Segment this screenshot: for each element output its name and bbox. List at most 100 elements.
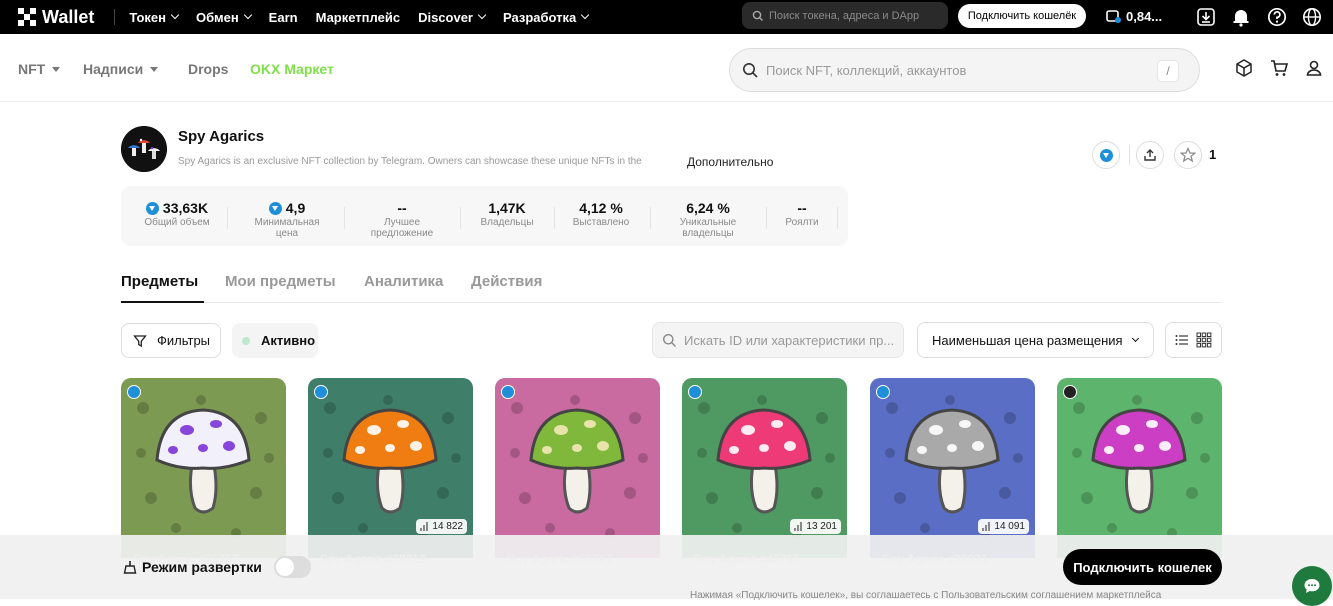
- dev-mode-label: Режим развертки: [123, 559, 262, 575]
- nav-discover-label: Discover: [418, 9, 473, 25]
- chat-support-button[interactable]: [1292, 566, 1332, 606]
- download-icon[interactable]: [1195, 6, 1217, 28]
- stat-floor-price: 4,9 Минимальная цена: [241, 200, 333, 239]
- connect-wallet-button[interactable]: Подключить кошелек: [1063, 549, 1222, 585]
- tab-analytics[interactable]: Аналитика: [364, 273, 443, 290]
- verified-badge-icon: [688, 385, 702, 399]
- list-view-icon[interactable]: [1175, 334, 1189, 346]
- bars-icon: [982, 522, 991, 531]
- chevron-down-icon: [477, 10, 487, 20]
- balance[interactable]: 0,84...: [1106, 8, 1162, 24]
- ton-icon: [145, 201, 159, 215]
- nav-discover[interactable]: Discover: [418, 9, 487, 25]
- nav-swap[interactable]: Обмен: [196, 9, 252, 25]
- views-value: 13 201: [806, 521, 837, 532]
- bars-icon: [420, 522, 429, 531]
- nav-earn[interactable]: Earn: [269, 10, 298, 25]
- chevron-down-icon: [243, 10, 252, 20]
- verified-badge-icon: [1063, 385, 1077, 399]
- subnav-okx-market[interactable]: OKX Маркет: [250, 61, 334, 77]
- cube-plus-icon[interactable]: [1233, 57, 1255, 79]
- globe-icon[interactable]: [1301, 6, 1323, 28]
- chevron-down-icon: [581, 10, 590, 20]
- nft-card[interactable]: [1057, 378, 1222, 558]
- nft-card[interactable]: 14 091: [870, 378, 1035, 558]
- grid-view-icon[interactable]: [1196, 332, 1212, 348]
- stat-value: 4,12 %: [579, 200, 623, 216]
- nft-card[interactable]: [495, 378, 660, 558]
- stat-total-volume: 33,63K Общий объем: [135, 200, 219, 228]
- active-label: Активно: [261, 333, 316, 348]
- search-icon: [743, 62, 758, 78]
- cart-icon[interactable]: [1268, 57, 1290, 79]
- divider: [650, 207, 651, 229]
- stat-label-line2: владельцы: [682, 228, 734, 239]
- stats-panel: 33,63K Общий объем 4,9 Минимальная цена …: [121, 186, 848, 246]
- nav-swap-label: Обмен: [196, 9, 239, 25]
- ton-icon: [268, 201, 282, 215]
- tab-activity[interactable]: Действия: [471, 273, 542, 290]
- stat-value: 4,9: [285, 200, 306, 216]
- top-nav: Токен Обмен Earn Маркетплейс Discover Ра…: [129, 10, 606, 25]
- help-icon[interactable]: [1266, 6, 1288, 28]
- subnav-inscriptions[interactable]: Надписи: [83, 61, 159, 77]
- dev-mode-toggle[interactable]: [274, 556, 311, 578]
- stat-label-line2: цена: [275, 228, 299, 239]
- nav-dev[interactable]: Разработка: [503, 10, 590, 25]
- mushroom-artwork: [136, 395, 274, 538]
- wallet-logo[interactable]: Wallet: [18, 7, 94, 28]
- stat-value: 1,47K: [488, 200, 526, 216]
- filters-button[interactable]: Фильтры: [121, 323, 221, 358]
- caret-down-icon: [52, 66, 61, 72]
- stat-label: Уникальные: [679, 217, 737, 228]
- tab-my-items[interactable]: Мои предметы: [225, 273, 336, 290]
- subnav-nft[interactable]: NFT: [18, 61, 61, 77]
- ton-icon: [1099, 148, 1113, 162]
- stat-value: 33,63K: [162, 200, 209, 216]
- balance-value: 0,84...: [1126, 8, 1163, 24]
- stat-label: Роялти: [785, 217, 819, 228]
- stat-value: 6,24 %: [686, 200, 730, 216]
- okx-logo-icon: [18, 8, 36, 26]
- subnav-drops[interactable]: Drops: [188, 61, 228, 77]
- stat-label: Общий объем: [144, 217, 210, 228]
- wallet-logo-label: Wallet: [42, 6, 95, 27]
- more-link[interactable]: Дополнительно: [687, 155, 773, 169]
- stat-royalty: -- Роялти: [777, 200, 827, 228]
- filter-icon: [133, 334, 147, 347]
- divider: [227, 207, 228, 229]
- stat-listed: 4,12 % Выставлено: [565, 200, 637, 228]
- share-button[interactable]: [1136, 141, 1164, 169]
- bell-icon[interactable]: [1230, 6, 1252, 28]
- nav-marketplace[interactable]: Маркетплейс: [316, 10, 400, 25]
- divider: [344, 207, 345, 229]
- top-search-input[interactable]: Поиск токена, адреса и DApp: [742, 2, 948, 29]
- chat-icon: [1304, 579, 1320, 593]
- active-filter-button[interactable]: Активно: [232, 323, 318, 358]
- collection-tabs: Предметы Мои предметы Аналитика Действия: [121, 270, 1222, 303]
- nav-token[interactable]: Токен: [129, 10, 180, 25]
- collection-description: Spy Agarics is an exclusive NFT collecti…: [178, 156, 642, 167]
- nft-card[interactable]: 13 201: [682, 378, 847, 558]
- broom-icon: [123, 561, 137, 574]
- subnav-nft-label: NFT: [18, 61, 46, 77]
- stat-best-offer: -- Лучшее предложение: [357, 200, 447, 239]
- collection-avatar: [121, 126, 167, 172]
- user-icon[interactable]: [1303, 57, 1325, 79]
- nft-search-placeholder: Поиск NFT, коллекций, аккаунтов: [766, 62, 967, 78]
- ton-chain-button[interactable]: [1092, 141, 1120, 169]
- top-bar: Wallet Токен Обмен Earn Маркетплейс Disc…: [0, 0, 1333, 34]
- item-search-input[interactable]: Искать ID или характеристики пр...: [652, 322, 904, 358]
- top-connect-wallet-button[interactable]: Подключить кошелёк: [958, 4, 1086, 28]
- sort-select[interactable]: Наименьшая цена размещения: [917, 322, 1154, 358]
- favorite-button[interactable]: [1174, 141, 1202, 169]
- collection-title: Spy Agarics: [178, 128, 265, 145]
- nft-search-input[interactable]: Поиск NFT, коллекций, аккаунтов /: [729, 48, 1200, 92]
- tab-items[interactable]: Предметы: [121, 273, 198, 290]
- divider: [766, 207, 767, 229]
- verified-badge-icon: [501, 385, 515, 399]
- nft-card[interactable]: 14 822: [308, 378, 473, 558]
- nft-card[interactable]: [121, 378, 286, 558]
- dev-mode-text: Режим развертки: [142, 559, 262, 575]
- mushroom-artwork: [510, 395, 648, 538]
